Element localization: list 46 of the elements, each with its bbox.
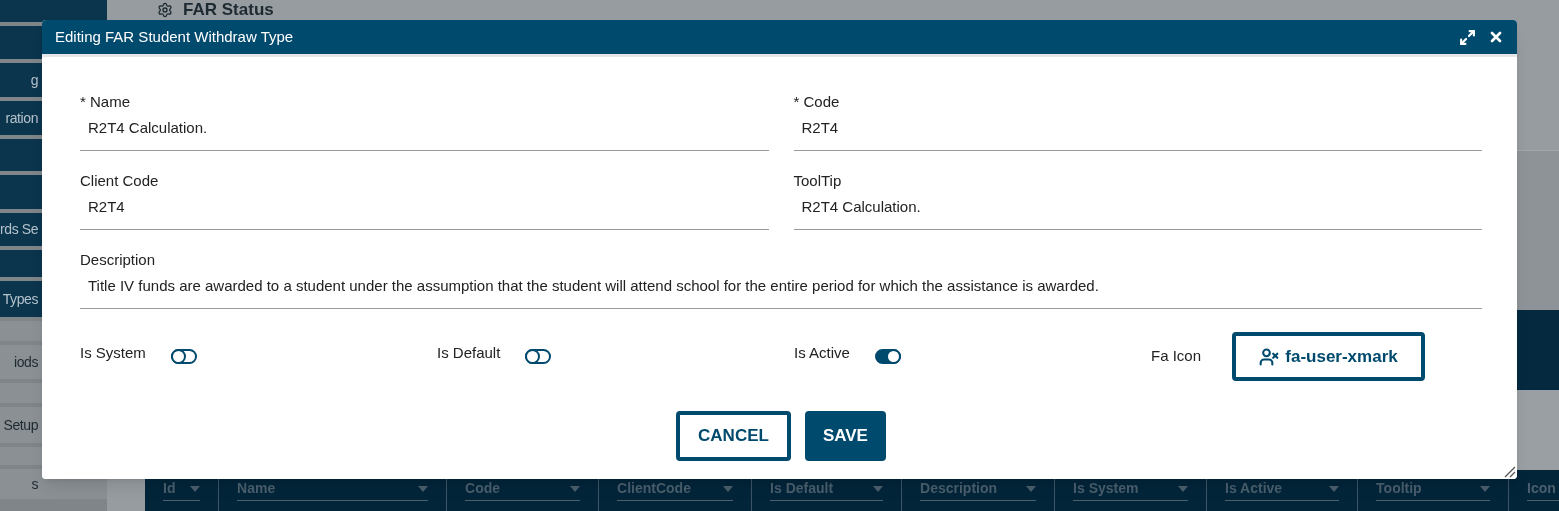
input-field[interactable]: R2T4 Calculation.: [80, 117, 769, 139]
settings-icon: [157, 2, 174, 18]
column-header[interactable]: Icon: [1527, 480, 1559, 501]
toggle-switch[interactable]: [874, 349, 901, 364]
dialog-title: Editing FAR Student Withdraw Type: [55, 26, 295, 47]
field-label: Client Code: [80, 171, 160, 191]
column-header[interactable]: Is Active: [1225, 480, 1340, 501]
caret-icon: [1178, 485, 1189, 492]
column-header[interactable]: Is Default: [770, 480, 884, 501]
user-x-icon: [1259, 346, 1280, 367]
input-field[interactable]: R2T4: [793, 117, 1482, 139]
column-header[interactable]: Description: [920, 480, 1037, 501]
field-label: * Code: [793, 92, 841, 112]
caret-icon: [1026, 485, 1037, 492]
field-label: Description: [80, 250, 157, 270]
toggle-switch[interactable]: [170, 349, 197, 364]
caret-icon: [873, 485, 884, 492]
field-label: Fa Icon: [1151, 346, 1203, 367]
resize-grip-icon: [1504, 466, 1516, 478]
toggle-label: Is Active: [794, 343, 850, 364]
column-header[interactable]: Name: [237, 480, 429, 501]
toggle-label: Is System: [80, 343, 146, 364]
cancel-button[interactable]: CANCEL: [676, 411, 791, 461]
input-field[interactable]: R2T4: [80, 196, 769, 218]
column-header[interactable]: Tooltip: [1376, 480, 1491, 501]
maximize-button[interactable]: [1459, 28, 1476, 46]
toggle-switch[interactable]: [525, 349, 552, 364]
field-label: * Name: [80, 92, 132, 112]
caret-icon: [418, 485, 429, 492]
column-header[interactable]: ClientCode: [617, 480, 734, 501]
page-title: FAR Status: [183, 0, 274, 20]
close-button[interactable]: [1488, 29, 1504, 45]
input-field[interactable]: Title IV funds are awarded to a student under the assumption that the student will attend school for the entire period for which the assistance is awarded.: [80, 275, 1482, 297]
field-label: ToolTip: [793, 171, 843, 191]
column-header[interactable]: Is System: [1073, 480, 1189, 501]
caret-icon: [190, 485, 201, 492]
toggle-label: Is Default: [437, 343, 501, 364]
column-header[interactable]: Code: [465, 480, 581, 501]
caret-icon: [1480, 485, 1491, 492]
input-field[interactable]: R2T4 Calculation.: [793, 196, 1482, 218]
caret-icon: [1329, 485, 1340, 492]
caret-icon: [570, 485, 581, 492]
save-button[interactable]: SAVE: [804, 411, 886, 461]
caret-icon: [723, 485, 734, 492]
icon-picker-button[interactable]: fa-user-xmark: [1232, 332, 1425, 381]
column-header[interactable]: Id: [163, 480, 201, 501]
